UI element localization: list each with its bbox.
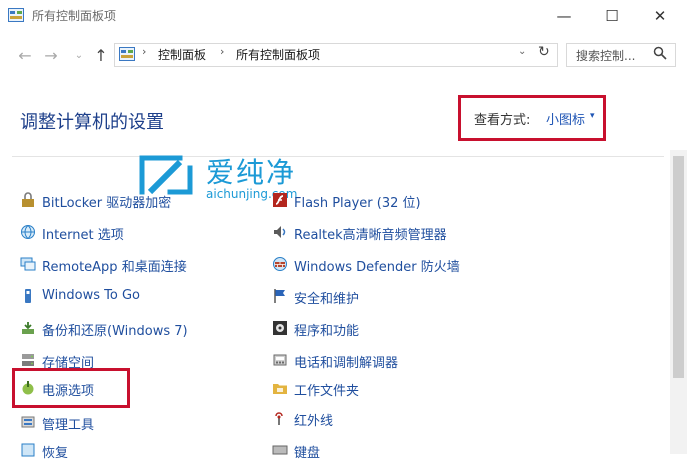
backup-restore-icon <box>22 322 34 334</box>
item-remoteapp[interactable]: RemoteApp 和桌面连接 <box>42 256 187 275</box>
search-icon[interactable] <box>653 46 667 60</box>
highlight-box <box>458 95 606 141</box>
breadcrumb-separator-icon[interactable]: › <box>220 45 224 58</box>
item-internet-options[interactable]: Internet 选项 <box>42 224 124 243</box>
maximize-button[interactable]: ☐ <box>590 4 634 28</box>
windows-to-go-icon <box>25 289 31 303</box>
back-button[interactable]: ← <box>14 44 36 66</box>
item-security-maintenance[interactable]: 安全和维护 <box>294 288 359 307</box>
recovery-icon <box>21 443 35 457</box>
scrollbar-thumb[interactable] <box>673 156 684 378</box>
flash-player-icon <box>273 193 287 207</box>
control-panel-icon <box>8 8 24 22</box>
item-infrared[interactable]: 红外线 <box>294 410 333 429</box>
admin-tools-icon <box>21 416 35 428</box>
item-realtek-audio[interactable]: Realtek高清晰音频管理器 <box>294 224 447 243</box>
keyboard-icon <box>272 445 288 455</box>
item-windows-to-go[interactable]: Windows To Go <box>42 288 140 303</box>
work-folders-icon <box>273 384 287 394</box>
up-button[interactable]: ↑ <box>90 44 112 66</box>
breadcrumb-all-items[interactable]: 所有控制面板项 <box>236 46 320 63</box>
minimize-button[interactable]: — <box>542 4 586 28</box>
chevron-down-icon[interactable]: ⌄ <box>518 46 526 57</box>
item-backup-restore[interactable]: 备份和还原(Windows 7) <box>42 320 188 339</box>
page-title: 调整计算机的设置 <box>20 112 164 133</box>
divider <box>12 156 664 157</box>
refresh-icon[interactable]: ↻ <box>538 44 550 60</box>
item-keyboard[interactable]: 键盘 <box>294 442 320 461</box>
phone-modem-icon <box>273 354 287 366</box>
item-phone-modem[interactable]: 电话和调制解调器 <box>294 352 398 371</box>
item-programs-features[interactable]: 程序和功能 <box>294 320 359 339</box>
infrared-icon <box>275 412 283 425</box>
window-title: 所有控制面板项 <box>32 9 117 23</box>
item-work-folders[interactable]: 工作文件夹 <box>294 380 359 399</box>
internet-options-icon <box>21 225 35 239</box>
item-flash-player[interactable]: Flash Player (32 位) <box>294 192 421 211</box>
firewall-icon <box>273 257 287 271</box>
breadcrumb-separator-icon[interactable]: › <box>142 45 146 58</box>
realtek-audio-icon <box>274 226 286 238</box>
watermark-name: 爱纯净 <box>206 156 297 189</box>
programs-features-icon <box>273 321 287 335</box>
bitlocker-icon <box>22 192 34 207</box>
forward-button[interactable]: → <box>40 44 62 66</box>
item-bitlocker[interactable]: BitLocker 驱动器加密 <box>42 192 171 211</box>
breadcrumb-control-panel[interactable]: 控制面板 <box>158 46 206 63</box>
highlight-box <box>12 368 130 408</box>
storage-spaces-icon <box>22 354 34 366</box>
control-panel-icon <box>119 47 135 61</box>
item-firewall[interactable]: Windows Defender 防火墙 <box>294 256 460 275</box>
close-button[interactable]: ✕ <box>638 4 682 28</box>
item-recovery[interactable]: 恢复 <box>42 442 68 461</box>
recent-locations-button[interactable]: ⌄ <box>68 44 90 66</box>
item-admin-tools[interactable]: 管理工具 <box>42 414 94 433</box>
remoteapp-icon <box>20 257 36 271</box>
security-maintenance-icon <box>274 289 285 303</box>
search-placeholder: 搜索控制... <box>576 49 636 63</box>
